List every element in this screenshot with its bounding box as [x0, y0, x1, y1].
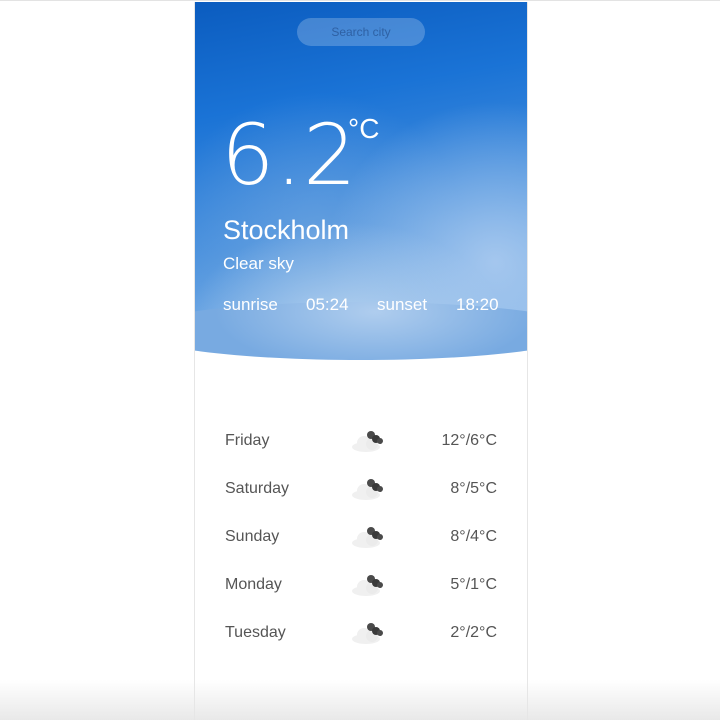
- cloud-icon: [352, 575, 383, 596]
- forecast-temps: 8°/4°C: [450, 528, 497, 545]
- forecast-row: Tuesday 2°/2°C: [225, 612, 497, 660]
- forecast-row: Monday 5°/1°C: [225, 564, 497, 612]
- forecast-day: Friday: [225, 432, 270, 449]
- current-temperature: 6.2: [221, 106, 358, 204]
- search-city-input[interactable]: [297, 18, 425, 46]
- forecast-temps: 8°/5°C: [450, 480, 497, 497]
- sunset-label: sunset: [377, 295, 428, 314]
- forecast-list: Friday 12°/6°C Saturday 8°/5°C Sunday 8°…: [225, 420, 497, 660]
- sun-times: sunrise 05:24 sunset 18:20: [223, 294, 503, 316]
- sunrise-label: sunrise: [223, 295, 278, 314]
- sunset-time: 18:20: [456, 295, 499, 314]
- forecast-day: Monday: [225, 576, 282, 593]
- forecast-temps: 2°/2°C: [450, 624, 497, 641]
- forecast-day: Tuesday: [225, 624, 286, 641]
- forecast-row: Saturday 8°/5°C: [225, 468, 497, 516]
- forecast-day: Saturday: [225, 480, 290, 497]
- weather-app-screen: 6.2 °C Stockholm Clear sky sunrise 05:24…: [194, 2, 528, 720]
- forecast-day: Sunday: [225, 528, 280, 545]
- top-divider: [0, 0, 720, 1]
- forecast-row: Sunday 8°/4°C: [225, 516, 497, 564]
- city-name: Stockholm: [223, 215, 350, 245]
- sunrise-time: 05:24: [306, 295, 349, 314]
- weather-condition: Clear sky: [223, 254, 294, 273]
- cloud-icon: [352, 623, 383, 644]
- forecast-row: Friday 12°/6°C: [225, 420, 497, 468]
- forecast-temps: 5°/1°C: [450, 576, 497, 593]
- cloud-icon: [352, 527, 383, 548]
- cloud-icon: [352, 479, 383, 500]
- forecast-temps: 12°/6°C: [441, 432, 498, 449]
- bottom-shadow: [0, 680, 720, 720]
- temperature-unit: °C: [348, 113, 380, 144]
- cloud-icon: [352, 431, 383, 452]
